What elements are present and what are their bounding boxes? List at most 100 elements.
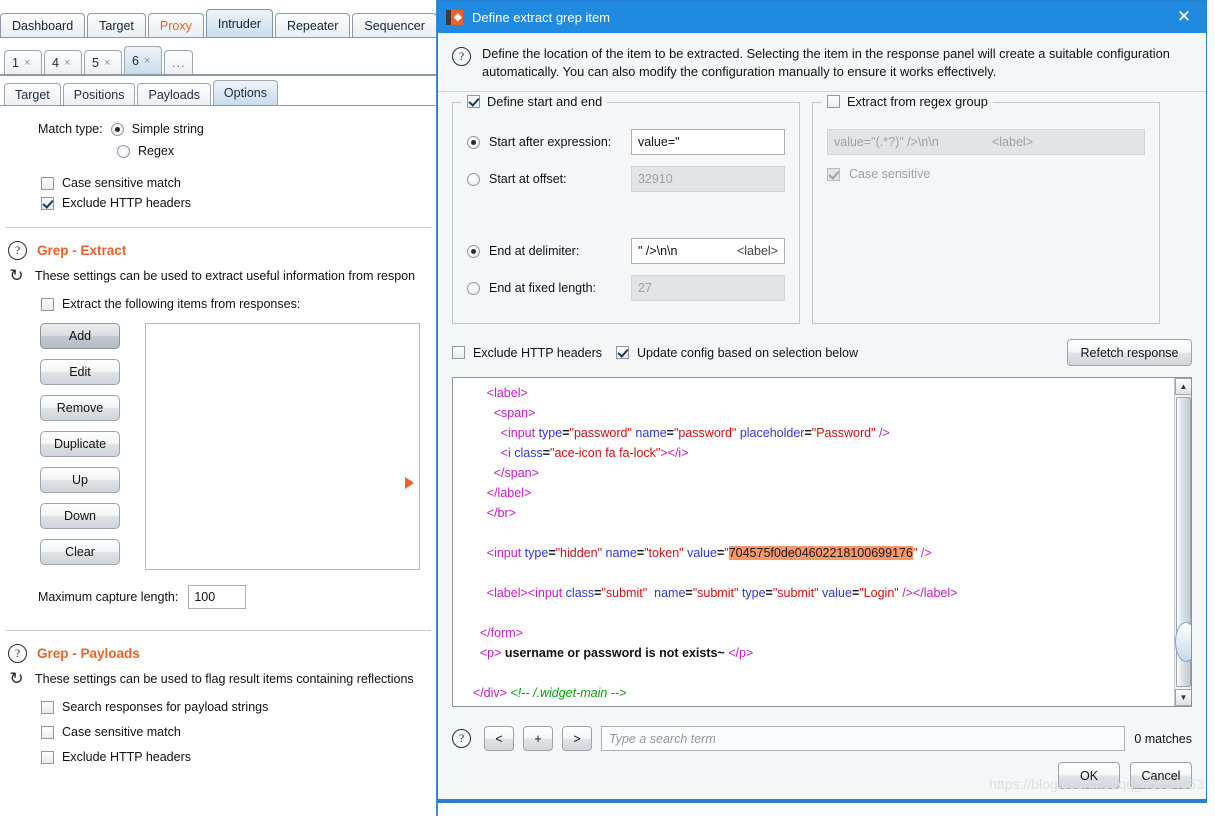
search-add-button[interactable]: + [523, 726, 553, 751]
payload-option-label: Case sensitive match [62, 725, 181, 739]
checkbox-regex-case-sensitive[interactable] [827, 167, 840, 181]
triangle-down-icon[interactable]: ▼ [1175, 689, 1191, 706]
checkbox-define-start-end[interactable] [467, 95, 480, 108]
close-icon[interactable]: ✕ [1162, 1, 1206, 33]
up-button[interactable]: Up [40, 467, 120, 493]
attack-tab-5[interactable]: 5 × [84, 50, 122, 74]
search-prev-button[interactable]: < [484, 726, 514, 751]
attack-tab-1[interactable]: 1 × [4, 50, 42, 74]
label-start-after-expression: Start after expression: [489, 135, 612, 149]
close-icon[interactable]: × [104, 57, 110, 69]
main-tab-label: Proxy [159, 19, 192, 33]
end-at-delimiter-tail: <label> [736, 244, 778, 258]
question-mark-icon-dialog[interactable]: ? [452, 47, 471, 66]
question-mark-icon[interactable]: ? [8, 241, 27, 260]
extract-items-row[interactable]: Extract the following items from respons… [41, 297, 437, 311]
code-token: </br> [459, 506, 516, 520]
input-end-at-fixed-length[interactable]: 27 [630, 275, 785, 301]
sub-tab-options[interactable]: Options [212, 80, 279, 105]
checkbox-exclude-http-headers[interactable] [41, 196, 54, 210]
edit-button[interactable]: Edit [40, 359, 120, 385]
clear-button[interactable]: Clear [40, 539, 120, 565]
add-button[interactable]: Add [40, 323, 120, 349]
case-sensitive-match-row[interactable]: Case sensitive match [41, 176, 437, 190]
radio-simple-string[interactable] [110, 122, 124, 136]
label-regex-case-sensitive: Case sensitive [849, 167, 931, 181]
code-token: name [605, 546, 637, 560]
refetch-response-button[interactable]: Refetch response [1067, 339, 1192, 366]
attack-tab-more[interactable]: ... [164, 50, 194, 74]
duplicate-button[interactable]: Duplicate [40, 431, 120, 457]
close-icon[interactable]: × [64, 57, 70, 69]
sub-tab-payloads[interactable]: Payloads [137, 83, 211, 105]
payload-option-row[interactable]: Exclude HTTP headers [41, 750, 437, 764]
refresh-icon[interactable]: ↻ [8, 267, 25, 284]
response-code-panel[interactable]: <label> <span> <input type="password" na… [452, 377, 1192, 707]
code-token: "password" [673, 426, 737, 440]
checkbox-extract-regex-group[interactable] [827, 95, 840, 108]
question-mark-icon-2[interactable]: ? [8, 644, 27, 663]
search-input[interactable]: Type a search term [601, 726, 1126, 751]
main-tab-intruder[interactable]: Intruder [205, 9, 273, 38]
triangle-up-icon[interactable]: ▲ [1175, 378, 1191, 395]
main-tab-label: Repeater [286, 19, 339, 33]
grep-payloads-title: Grep - Payloads [37, 646, 140, 661]
sub-tab-positions[interactable]: Positions [62, 83, 136, 105]
search-next-button[interactable]: > [562, 726, 592, 751]
code-token: name [635, 426, 667, 440]
checkbox-extract-items[interactable] [41, 297, 54, 311]
code-token: <!-- /.widget-main --> [506, 686, 627, 700]
radio-start-at-offset[interactable] [467, 172, 480, 186]
input-end-at-delimiter[interactable]: " />\n\n <label> [630, 238, 785, 264]
refresh-icon-2[interactable]: ↻ [8, 670, 25, 687]
radio-regex[interactable] [117, 144, 130, 158]
checkbox-exclude-http-headers[interactable] [41, 750, 54, 764]
checkbox-update-config[interactable] [616, 346, 629, 359]
payload-option-row[interactable]: Search responses for payload strings [41, 700, 437, 714]
down-button[interactable]: Down [40, 503, 120, 529]
watermark: https://blog.csdn.net/qq_45924653 [989, 776, 1204, 792]
grep-extract-description: These settings can be used to extract us… [35, 268, 416, 283]
code-token: /></label> [898, 586, 958, 600]
attack-tab-4[interactable]: 4 × [44, 50, 82, 74]
dialog-description: Define the location of the item to be ex… [482, 46, 1170, 79]
input-regex-pattern[interactable]: value="(.*?)" />\n\n <label> [827, 129, 1145, 155]
triangle-right-icon[interactable] [405, 477, 414, 489]
code-token: = [562, 426, 570, 440]
checkbox-dialog-exclude-http-headers[interactable] [452, 346, 465, 359]
main-tab-proxy[interactable]: Proxy [147, 13, 204, 38]
regex-case-sensitive-row[interactable]: Case sensitive [827, 167, 1145, 181]
close-icon[interactable]: × [24, 57, 30, 69]
main-tab-dashboard[interactable]: Dashboard [0, 13, 86, 38]
checkbox-search-responses-for-payload-strings[interactable] [41, 700, 54, 714]
divider-1 [6, 227, 431, 228]
exclude-http-headers-row[interactable]: Exclude HTTP headers [41, 196, 437, 210]
sub-tab-target[interactable]: Target [4, 83, 61, 105]
main-tab-sequencer[interactable]: Sequencer [352, 13, 437, 38]
label-start-at-offset: Start at offset: [489, 172, 567, 186]
main-tab-repeater[interactable]: Repeater [274, 13, 351, 38]
input-start-after-expression[interactable]: value=" [630, 129, 785, 155]
payload-option-row[interactable]: Case sensitive match [41, 725, 437, 739]
remove-button[interactable]: Remove [40, 395, 120, 421]
attack-tab-bar: 1 × 4 × 5 × 6 ×... [4, 46, 195, 74]
code-token: "submit" [692, 586, 739, 600]
max-capture-input[interactable]: 100 [188, 585, 247, 609]
code-scrollbar[interactable]: ▲ ▼ [1174, 378, 1191, 706]
extract-items-list[interactable] [145, 323, 420, 570]
close-icon[interactable]: × [144, 55, 150, 67]
radio-end-at-fixed-length[interactable] [467, 281, 480, 295]
highlighted-token[interactable]: 704575f0de04602218100699176 [728, 546, 913, 560]
question-mark-icon-footer[interactable]: ? [452, 729, 471, 748]
code-token: type [538, 426, 563, 440]
main-tab-target[interactable]: Target [87, 13, 146, 38]
input-start-at-offset[interactable]: 32910 [630, 166, 785, 192]
main-tab-label: Intruder [217, 17, 261, 31]
define-start-end-legend[interactable]: Define start and end [462, 94, 608, 109]
checkbox-case-sensitive-match[interactable] [41, 176, 54, 190]
checkbox-case-sensitive-match[interactable] [41, 725, 54, 739]
radio-end-at-delimiter[interactable] [467, 244, 480, 258]
extract-regex-legend[interactable]: Extract from regex group [822, 94, 993, 109]
radio-start-after-expression[interactable] [467, 135, 480, 149]
attack-tab-6[interactable]: 6 × [124, 46, 162, 74]
